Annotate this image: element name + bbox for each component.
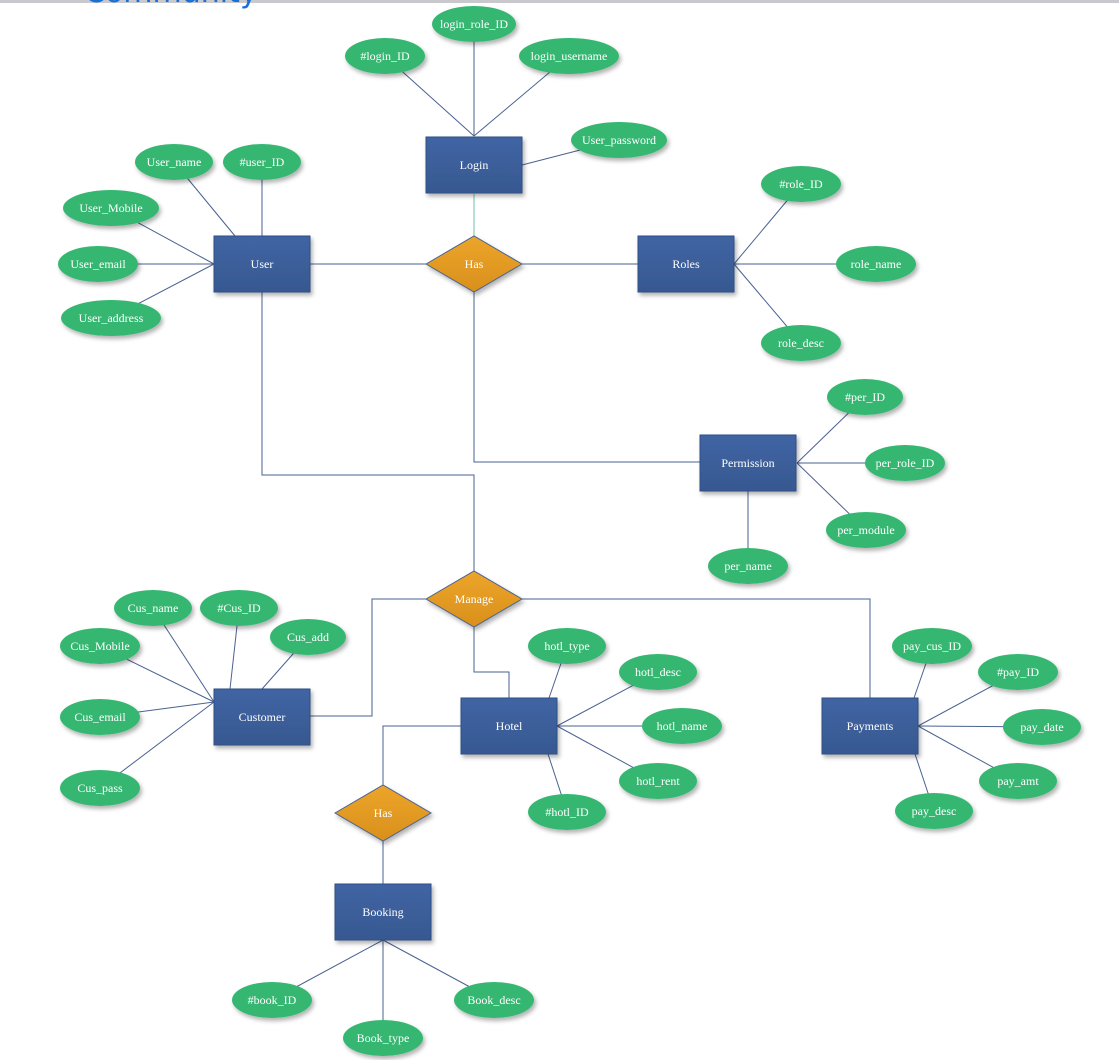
attribute-hotl_rent[interactable]: hotl_rent [619,763,697,799]
attribute-User_email[interactable]: User_email [58,246,138,282]
relationship-label: Has [465,257,484,271]
attribute-book_ID[interactable]: #book_ID [232,982,312,1018]
attribute-label: #hotl_ID [545,805,589,819]
attribute-label: Cus_Mobile [70,639,129,653]
attribute-label: User_name [147,155,202,169]
attribute-User_password[interactable]: User_password [571,122,667,158]
attribute-pay_date[interactable]: pay_date [1003,709,1081,745]
attribute-label: per_role_ID [876,456,935,470]
attribute-login_username[interactable]: login_username [519,38,619,74]
attribute-pay_cus_ID[interactable]: pay_cus_ID [892,628,972,664]
entity-permission[interactable]: Permission [699,434,797,492]
entity-login[interactable]: Login [425,136,523,194]
attribute-label: Book_type [357,1031,410,1045]
entity-customer[interactable]: Customer [213,688,311,746]
relationship-manage[interactable]: Manage [425,570,523,628]
attribute-label: #pay_ID [997,665,1039,679]
attribute-label: User_email [70,257,126,271]
attribute-label: pay_amt [997,774,1039,788]
entity-label: Booking [362,905,403,919]
attribute-hotl_desc[interactable]: hotl_desc [619,654,697,690]
attribute-Cus_pass[interactable]: Cus_pass [60,770,140,806]
attribute-per_module[interactable]: per_module [826,512,906,548]
relationship-has1[interactable]: Has [425,235,523,293]
attribute-per_name[interactable]: per_name [708,548,788,584]
attribute-label: Cus_pass [77,781,123,795]
attribute-label: per_name [724,559,771,573]
attribute-label: #per_ID [845,390,885,404]
attribute-User_name[interactable]: User_name [135,144,213,180]
relationship-has2[interactable]: Has [334,784,432,842]
attribute-label: pay_desc [912,804,957,818]
attribute-Cus_name[interactable]: Cus_name [114,590,192,626]
attribute-login_role_ID[interactable]: login_role_ID [432,6,516,42]
attribute-pay_desc[interactable]: pay_desc [895,793,973,829]
relationship-label: Manage [455,592,494,606]
attribute-label: #Cus_ID [217,601,261,615]
attribute-hotl_name[interactable]: hotl_name [642,708,722,744]
attribute-label: login_role_ID [440,17,508,31]
attribute-Cus_Mobile[interactable]: Cus_Mobile [60,628,140,664]
entity-roles[interactable]: Roles [637,235,735,293]
entity-label: Customer [239,710,286,724]
entity-label: Payments [847,719,894,733]
attribute-label: User_password [582,133,656,147]
attribute-label: #user_ID [240,155,285,169]
attribute-login_ID[interactable]: #login_ID [345,38,425,74]
relationship-label: Has [374,806,393,820]
attribute-Cus_email[interactable]: Cus_email [60,699,140,735]
attribute-Book_type[interactable]: Book_type [343,1020,423,1056]
attribute-label: Cus_add [287,630,329,644]
attribute-label: Cus_name [128,601,179,615]
attribute-Cus_add[interactable]: Cus_add [270,619,346,655]
entity-user[interactable]: User [213,235,311,293]
attribute-role_ID[interactable]: #role_ID [761,166,841,202]
attribute-role_name[interactable]: role_name [836,246,916,282]
entity-hotel[interactable]: Hotel [460,697,558,755]
attribute-label: User_Mobile [79,201,142,215]
attribute-per_ID[interactable]: #per_ID [827,379,903,415]
attribute-User_address[interactable]: User_address [61,300,161,336]
attribute-pay_ID[interactable]: #pay_ID [978,654,1058,690]
entity-label: User [251,257,274,271]
attribute-label: role_desc [778,336,824,350]
attribute-per_role_ID[interactable]: per_role_ID [865,445,945,481]
attribute-label: login_username [531,49,608,63]
attribute-label: Book_desc [467,993,520,1007]
attribute-hotl_ID[interactable]: #hotl_ID [528,794,606,830]
attribute-label: #role_ID [779,177,823,191]
attribute-label: hotl_type [544,639,589,653]
attribute-user_ID[interactable]: #user_ID [223,144,301,180]
attribute-label: User_address [79,311,144,325]
attribute-Book_desc[interactable]: Book_desc [454,982,534,1018]
attribute-label: pay_date [1020,720,1063,734]
attribute-hotl_type[interactable]: hotl_type [528,628,606,664]
attribute-label: hotl_desc [635,665,681,679]
attribute-label: hotl_name [657,719,708,733]
attribute-Cus_ID[interactable]: #Cus_ID [200,590,278,626]
link-manage-customer [310,598,426,717]
er-diagram: #login_ID login_role_ID login_username User… [58,6,1081,1056]
link-user-manage [261,292,475,571]
attribute-label: #book_ID [248,993,297,1007]
link-has-permission [473,292,700,463]
entity-booking[interactable]: Booking [334,883,432,941]
attribute-label: hotl_rent [636,774,680,788]
attribute-label: pay_cus_ID [903,639,961,653]
entity-payments[interactable]: Payments [821,697,919,755]
attribute-role_desc[interactable]: role_desc [761,325,841,361]
attribute-label: Cus_email [74,710,126,724]
attribute-label: #login_ID [360,49,410,63]
entity-label: Permission [721,456,774,470]
attribute-User_Mobile[interactable]: User_Mobile [63,190,159,226]
link-manage-hotel [473,627,510,698]
entity-label: Login [460,158,489,172]
attribute-pay_amt[interactable]: pay_amt [979,763,1057,799]
attribute-label: per_module [837,523,894,537]
entity-label: Roles [672,257,700,271]
attribute-label: role_name [851,257,902,271]
link-hotel-has [382,725,461,785]
entity-label: Hotel [496,719,523,733]
